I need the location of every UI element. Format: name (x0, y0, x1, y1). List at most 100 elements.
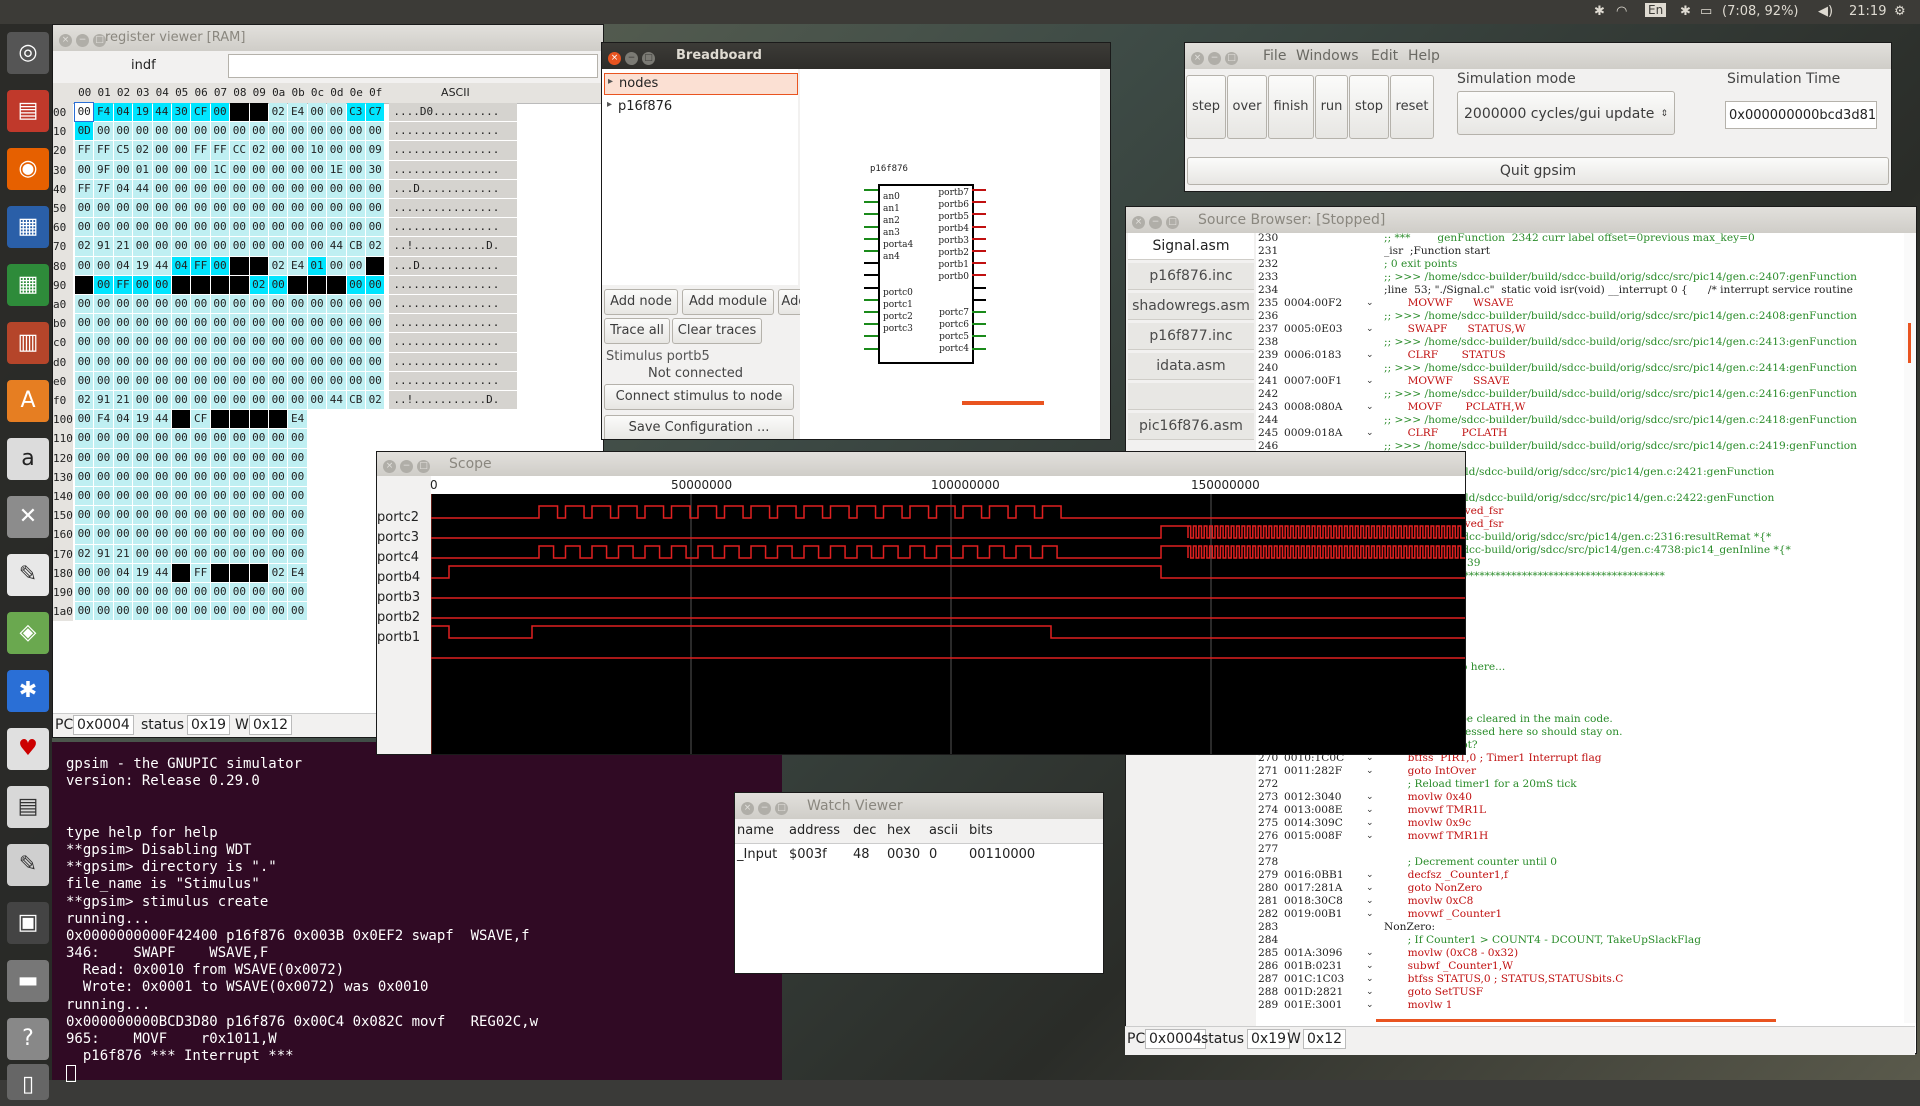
register-cell[interactable]: 00 (191, 160, 210, 179)
chevron-down-icon[interactable]: ⌄ (1366, 349, 1374, 362)
register-cell[interactable]: 1C (210, 160, 230, 179)
register-cell[interactable]: 00 (191, 179, 210, 198)
register-cell[interactable]: 00 (94, 563, 113, 582)
register-cell[interactable]: 00 (152, 487, 171, 506)
register-cell[interactable]: 00 (307, 218, 327, 237)
register-cell[interactable]: 00 (249, 179, 268, 198)
maximize-icon[interactable]: □ (417, 460, 430, 473)
register-cell[interactable]: 00 (152, 122, 171, 141)
register-cell[interactable]: 00 (94, 525, 113, 544)
register-cell[interactable]: 00 (191, 352, 210, 371)
register-cell[interactable]: 91 (94, 544, 113, 563)
battery-icon[interactable]: ▭ (1700, 4, 1712, 19)
hscrollbar-thumb[interactable] (1376, 1019, 1776, 1022)
register-cell[interactable]: 00 (249, 391, 268, 410)
register-cell[interactable]: 00 (346, 179, 365, 198)
close-icon[interactable]: × (383, 460, 396, 473)
register-cell[interactable]: 00 (269, 333, 288, 352)
register-cell[interactable]: 04 (113, 179, 133, 198)
register-cell[interactable]: FF (210, 141, 230, 160)
register-cell[interactable]: 00 (346, 275, 365, 294)
register-cell[interactable] (172, 275, 191, 294)
status-value[interactable]: 0x19 (1247, 1029, 1291, 1049)
register-cell[interactable] (288, 275, 307, 294)
register-cell[interactable]: 04 (113, 563, 133, 582)
trace-all-button[interactable]: Trace all (604, 318, 670, 344)
add-node-button[interactable]: Add node (604, 289, 678, 315)
register-cell[interactable]: 09 (366, 141, 385, 160)
register-cell[interactable]: 7F (94, 179, 113, 198)
register-cell[interactable]: 00 (269, 141, 288, 160)
chevron-down-icon[interactable]: ⌄ (1366, 791, 1374, 804)
register-cell[interactable]: 02 (75, 237, 94, 256)
register-cell[interactable]: 00 (269, 122, 288, 141)
register-cell[interactable]: 00 (249, 218, 268, 237)
register-cell[interactable]: 00 (346, 314, 365, 333)
register-cell[interactable]: 00 (152, 275, 171, 294)
register-cell[interactable]: 00 (172, 199, 191, 218)
register-cell[interactable]: 00 (133, 448, 152, 467)
register-cell[interactable]: 00 (94, 467, 113, 486)
register-cell[interactable]: 00 (191, 467, 210, 486)
minimize-icon[interactable]: − (625, 52, 638, 65)
register-cell[interactable]: 00 (94, 295, 113, 314)
maximize-icon[interactable]: □ (642, 52, 655, 65)
register-cell[interactable]: 00 (269, 275, 288, 294)
register-cell[interactable]: 00 (230, 525, 249, 544)
register-cell[interactable]: 00 (152, 544, 171, 563)
w-value[interactable]: 0x12 (1303, 1029, 1347, 1049)
calc-icon[interactable]: ▦ (7, 264, 49, 306)
step-button[interactable]: step (1186, 75, 1226, 139)
register-cell[interactable]: 00 (75, 314, 94, 333)
register-cell[interactable]: 00 (191, 295, 210, 314)
register-cell[interactable]: 02 (366, 237, 385, 256)
register-cell[interactable]: 21 (113, 391, 133, 410)
register-cell[interactable]: 00 (366, 352, 385, 371)
register-cell[interactable]: 00 (113, 371, 133, 390)
register-cell[interactable]: 00 (307, 314, 327, 333)
register-cell[interactable] (210, 563, 230, 582)
register-cell[interactable]: 00 (288, 199, 307, 218)
register-cell[interactable]: 00 (269, 314, 288, 333)
impress-icon[interactable]: ▥ (7, 322, 49, 364)
register-cell[interactable] (327, 275, 346, 294)
save-configuration-button[interactable]: Save Configuration ... (604, 415, 794, 439)
register-cell[interactable]: 00 (152, 506, 171, 525)
register-cell[interactable] (249, 563, 268, 582)
register-cell[interactable] (172, 563, 191, 582)
register-cell[interactable]: 00 (327, 179, 346, 198)
register-cell[interactable]: 00 (249, 448, 268, 467)
register-cell[interactable]: 00 (210, 295, 230, 314)
chevron-down-icon[interactable]: ⌄ (1366, 986, 1374, 999)
bluetooth-icon-2[interactable]: ✱ (1680, 4, 1691, 19)
register-cell[interactable]: 00 (327, 352, 346, 371)
register-value-input[interactable] (228, 54, 598, 78)
register-cell[interactable] (230, 563, 249, 582)
register-cell[interactable]: 00 (94, 448, 113, 467)
chevron-down-icon[interactable]: ⌄ (1366, 830, 1374, 843)
register-cell[interactable]: 44 (152, 103, 171, 122)
register-cell[interactable]: 00 (269, 544, 288, 563)
register-cell[interactable]: 00 (75, 506, 94, 525)
clock[interactable]: 21:19 (1849, 4, 1886, 19)
close-icon[interactable]: × (1132, 216, 1145, 229)
register-cell[interactable]: 00 (133, 199, 152, 218)
register-cell[interactable]: 00 (113, 295, 133, 314)
register-cell[interactable]: 00 (75, 333, 94, 352)
register-cell[interactable]: 00 (75, 199, 94, 218)
register-cell[interactable]: 00 (249, 429, 268, 448)
register-cell[interactable]: 00 (75, 487, 94, 506)
register-cell[interactable]: 00 (346, 160, 365, 179)
maximize-icon[interactable]: □ (1225, 52, 1238, 65)
register-cell[interactable]: 00 (269, 506, 288, 525)
register-cell[interactable]: 00 (288, 237, 307, 256)
register-cell[interactable]: 00 (172, 583, 191, 602)
watch-col-bits[interactable]: bits (969, 823, 993, 838)
register-cell[interactable]: 00 (269, 602, 288, 621)
register-cell[interactable] (75, 275, 94, 294)
chevron-down-icon[interactable]: ⌄ (1366, 869, 1374, 882)
expander-icon[interactable]: ▸ (607, 99, 612, 110)
register-cell[interactable]: 00 (133, 602, 152, 621)
connect-stimulus-button[interactable]: Connect stimulus to node (604, 384, 794, 410)
register-cell[interactable]: 00 (288, 506, 307, 525)
